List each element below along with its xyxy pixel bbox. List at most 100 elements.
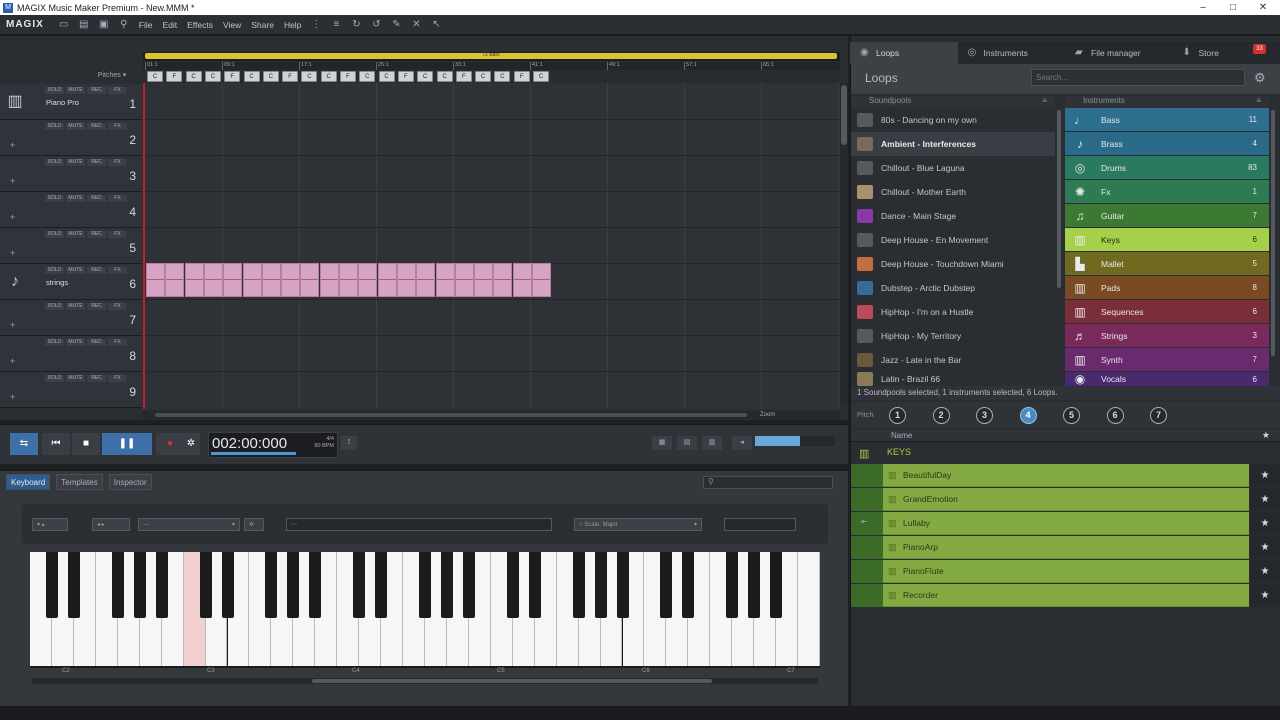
menu-view[interactable]: View xyxy=(223,20,241,30)
favorite-star-icon[interactable]: ★ xyxy=(1250,536,1280,559)
soundpool-item[interactable]: Ambient - Interferences xyxy=(851,132,1055,156)
fx-button[interactable]: FX xyxy=(108,303,127,310)
black-key[interactable] xyxy=(287,552,300,618)
list-options-icon[interactable]: ≡ xyxy=(1256,96,1261,105)
rec-button[interactable]: REC xyxy=(87,303,106,310)
master-volume-slider[interactable] xyxy=(755,436,835,446)
pitch-number-button[interactable]: 1 xyxy=(889,407,906,424)
black-key[interactable] xyxy=(309,552,322,618)
scroll-thumb[interactable] xyxy=(312,679,712,683)
soundpool-item[interactable]: 80s - Dancing on my own xyxy=(851,108,1055,132)
rec-button[interactable]: REC xyxy=(87,231,106,238)
soundpool-item[interactable]: Chillout - Mother Earth xyxy=(851,180,1055,204)
instrument-item[interactable]: ◎ Drums 83 xyxy=(1065,156,1269,179)
pitch-button[interactable]: C xyxy=(494,71,511,82)
solo-button[interactable]: SOLO xyxy=(45,123,64,130)
open-folder-icon[interactable]: ▤ xyxy=(77,19,91,31)
loop-item[interactable]: ▥ BeautifulDay xyxy=(883,464,1249,487)
instrument-item[interactable]: ✺ Fx 1 xyxy=(1065,180,1269,203)
solo-button[interactable]: SOLO xyxy=(45,195,64,202)
velocity-slider[interactable] xyxy=(724,518,796,531)
solo-button[interactable]: SOLO xyxy=(45,303,64,310)
new-file-icon[interactable]: ▭ xyxy=(57,19,71,31)
audio-clip[interactable] xyxy=(474,263,494,297)
audio-clip[interactable] xyxy=(319,263,339,297)
soundpool-item[interactable]: Chillout - Blue Laguna xyxy=(851,156,1055,180)
black-key[interactable] xyxy=(528,552,541,618)
solo-button[interactable]: SOLO xyxy=(45,339,64,346)
pitch-button[interactable]: C xyxy=(204,71,221,82)
mute-button[interactable]: MUTE xyxy=(66,195,85,202)
pitch-number-button[interactable]: 5 xyxy=(1063,407,1080,424)
pitch-button[interactable]: F xyxy=(166,71,183,82)
black-key[interactable] xyxy=(133,552,146,618)
arpeggiator-panel[interactable]: ⋯ xyxy=(286,518,552,531)
soundpool-scrollbar[interactable] xyxy=(1057,110,1061,288)
loop-range-bar[interactable]: 72 Bars xyxy=(145,52,837,59)
black-key[interactable] xyxy=(726,552,739,618)
audio-clip[interactable] xyxy=(203,263,223,297)
rec-button[interactable]: REC xyxy=(87,123,106,130)
add-instrument-icon[interactable]: + xyxy=(10,356,15,366)
audio-clip[interactable] xyxy=(184,263,204,297)
pitch-number-button[interactable]: 6 xyxy=(1106,407,1124,424)
soundpool-item[interactable]: Deep House - En Movement xyxy=(851,228,1055,252)
split-icon[interactable]: ⋮ xyxy=(309,19,323,31)
tab-templates[interactable]: Templates xyxy=(56,474,103,490)
rec-button[interactable]: REC xyxy=(87,267,106,274)
maximize-button[interactable]: □ xyxy=(1218,0,1248,15)
audio-clip[interactable] xyxy=(242,263,262,297)
mixer-icon[interactable]: ≡ xyxy=(329,19,343,31)
audio-clip[interactable] xyxy=(454,263,474,297)
soundpool-item[interactable]: Jazz - Late in the Bar xyxy=(851,348,1055,372)
solo-button[interactable]: SOLO xyxy=(45,231,64,238)
instrument-item[interactable]: ▥ Keys 6 xyxy=(1065,228,1269,251)
redo-icon[interactable]: ↻ xyxy=(349,19,363,31)
track-header[interactable]: + SOLO MUTE REC FX 2 xyxy=(0,120,142,156)
piano-keyboard[interactable] xyxy=(30,552,820,668)
pitch-button[interactable]: C xyxy=(301,71,318,82)
fx-button[interactable]: FX xyxy=(108,339,127,346)
instrument-item[interactable]: ♩ Bass 11 xyxy=(1065,108,1269,131)
menu-edit[interactable]: Edit xyxy=(162,20,177,30)
solo-button[interactable]: SOLO xyxy=(45,87,64,94)
pitch-button[interactable]: F xyxy=(397,71,414,82)
track-header[interactable]: + SOLO MUTE REC FX 8 xyxy=(0,336,142,372)
rec-button[interactable]: REC xyxy=(87,339,106,346)
grid-view-icon[interactable]: ▤ xyxy=(677,436,697,450)
soundpool-item[interactable]: Dance - Main Stage xyxy=(851,204,1055,228)
track-header[interactable]: ♪ SOLO MUTE REC FX strings 6 xyxy=(0,264,142,300)
add-instrument-icon[interactable]: + xyxy=(10,392,15,402)
favorite-star-icon[interactable]: ★ xyxy=(1250,512,1280,535)
add-instrument-icon[interactable]: + xyxy=(10,176,15,186)
black-key[interactable] xyxy=(572,552,585,618)
instrument-scrollbar[interactable] xyxy=(1271,110,1275,356)
black-key[interactable] xyxy=(221,552,234,618)
audio-clip[interactable] xyxy=(146,263,165,297)
track-header[interactable]: + SOLO MUTE REC FX 4 xyxy=(0,192,142,228)
black-key[interactable] xyxy=(67,552,80,618)
instrument-item[interactable]: ◉ Vocals 6 xyxy=(1065,372,1269,386)
add-instrument-icon[interactable]: + xyxy=(10,212,15,222)
instrument-item[interactable]: ▙ Mallet 5 xyxy=(1065,252,1269,275)
add-instrument-icon[interactable]: + xyxy=(10,320,15,330)
loop-row-handle[interactable] xyxy=(851,464,883,487)
black-key[interactable] xyxy=(155,552,168,618)
name-column-header[interactable]: Name xyxy=(891,431,912,440)
audio-clip[interactable] xyxy=(493,263,513,297)
soundpool-item[interactable]: Dubstep - Arctic Dubstep xyxy=(851,276,1055,300)
black-key[interactable] xyxy=(265,552,278,618)
pitch-button[interactable]: C xyxy=(533,71,549,82)
pause-button[interactable]: ❚❚ xyxy=(102,433,152,455)
pitch-number-button[interactable]: 7 xyxy=(1150,407,1167,424)
preset-select[interactable]: --- ▾ xyxy=(138,518,240,531)
solo-button[interactable]: SOLO xyxy=(45,267,64,274)
fx-button[interactable]: FX xyxy=(108,231,127,238)
search-tool-icon[interactable]: ⚲ xyxy=(117,19,131,31)
white-key[interactable] xyxy=(798,552,820,666)
loop-row-handle[interactable] xyxy=(851,560,883,583)
scroll-thumb[interactable] xyxy=(155,413,747,417)
audio-clip[interactable] xyxy=(532,263,551,297)
tab-keyboard[interactable]: Keyboard xyxy=(6,474,51,490)
stop-button[interactable]: ■ xyxy=(72,433,100,455)
